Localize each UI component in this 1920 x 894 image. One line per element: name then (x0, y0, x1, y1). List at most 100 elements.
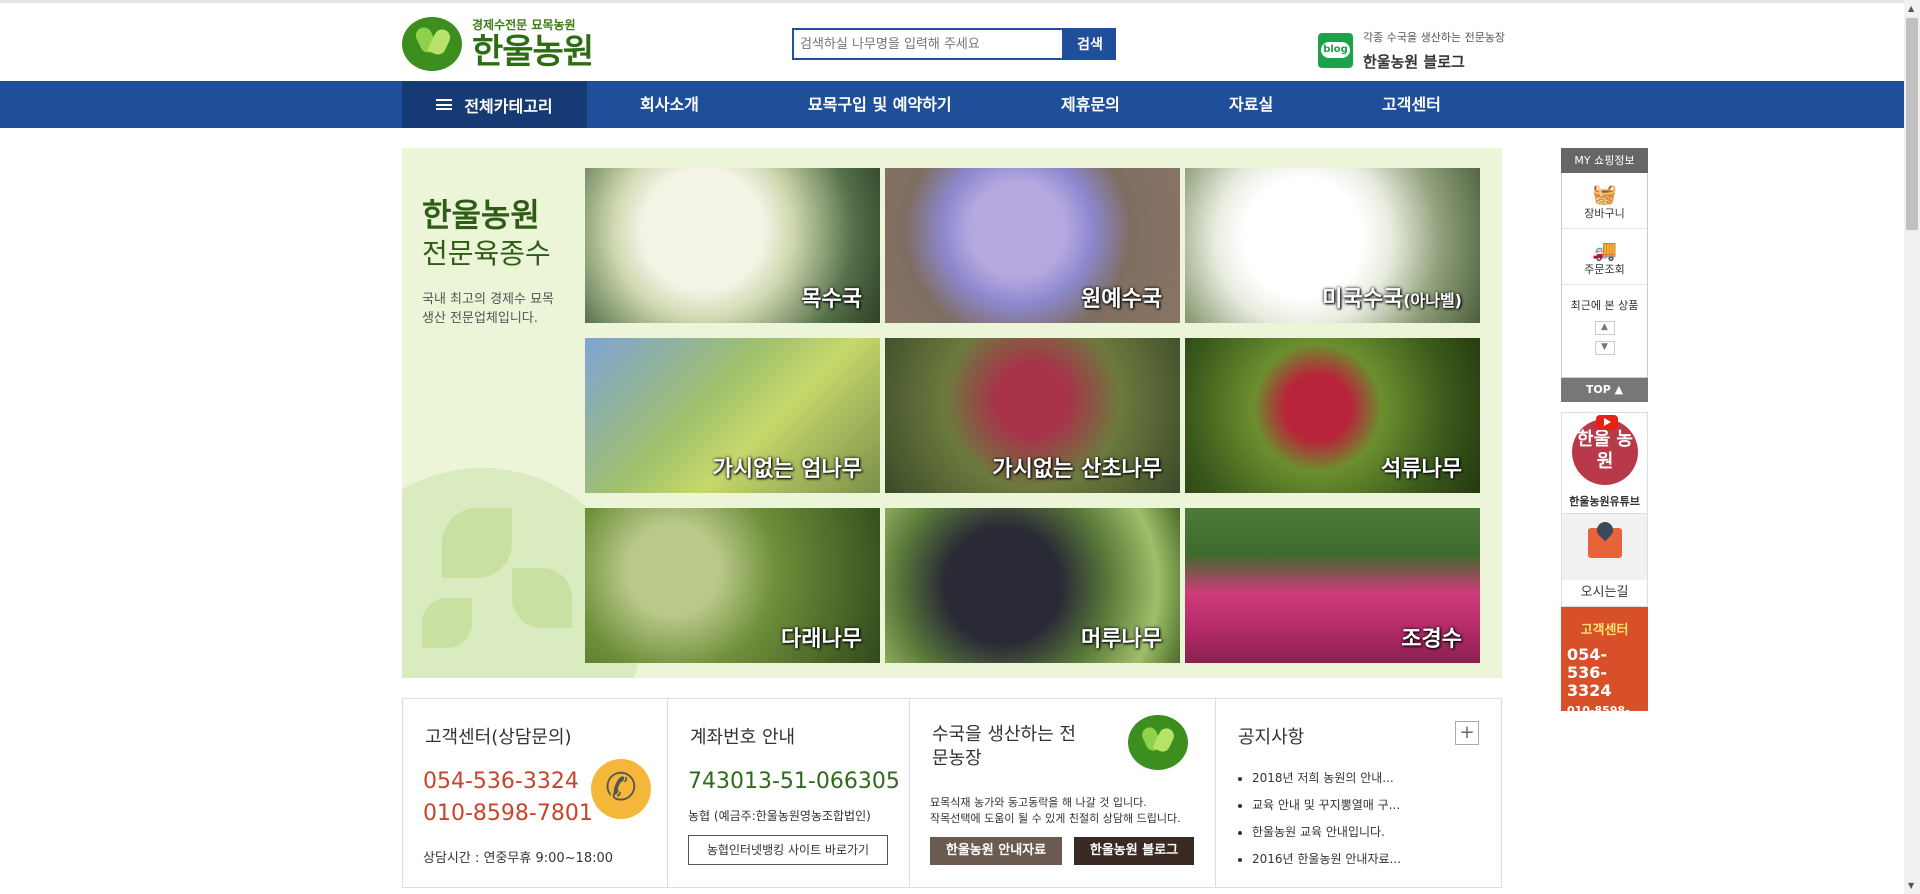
hamburger-icon (436, 99, 453, 110)
phone-icon (591, 759, 651, 819)
product-tile-pepper-tree[interactable]: 가시없는 산초나무 (885, 338, 1180, 493)
blog-title: 한울농원 블로그 (1363, 53, 1465, 71)
notice-title: 공지사항 (1238, 727, 1305, 748)
chevron-up-icon[interactable]: ▲ (1594, 321, 1615, 335)
notice-item[interactable]: 2016년 한울농원 안내자료... (1252, 846, 1401, 873)
product-tile-landscape-tree[interactable]: 조경수 (1185, 508, 1480, 663)
info-section: 고객센터(상담문의) 054-536-3324 010-8598-7801 상담… (402, 698, 1502, 888)
search-button[interactable]: 검색 (1064, 28, 1116, 60)
truck-icon: 🚚 (1592, 238, 1617, 262)
account-box: 계좌번호 안내 743013-51-066305 농협 (예금주:한울농원영농조… (668, 699, 910, 887)
directions-label: 오시는길 (1562, 580, 1647, 606)
order-lookup-label: 주문조회 (1584, 263, 1625, 276)
product-label: 미국수국(아나벨) (1322, 287, 1462, 312)
nav-item-partnership[interactable]: 제휴문의 (1061, 81, 1120, 128)
farm-blog-button[interactable]: 한울농원 블로그 (1074, 837, 1194, 865)
leaf-logo-icon (402, 17, 462, 71)
product-label: 가시없는 엄나무 (712, 457, 862, 482)
quick-cs-title: 고객센터 (1580, 623, 1629, 638)
scroll-down-icon[interactable]: ▼ (1908, 881, 1914, 890)
nav-item-company[interactable]: 회사소개 (640, 81, 699, 128)
cart-button[interactable]: 🧺 장바구니 (1562, 173, 1647, 229)
cart-label: 장바구니 (1584, 207, 1625, 220)
basket-icon: 🧺 (1592, 182, 1617, 206)
youtube-icon (1596, 415, 1618, 430)
farm-description-line-2: 작목선택에 도움이 될 수 있게 친절히 상담해 드립니다. (930, 812, 1181, 825)
leaf-decoration-3 (422, 598, 472, 648)
customer-center-box: 고객센터(상담문의) 054-536-3324 010-8598-7801 상담… (403, 699, 668, 887)
farm-title: 수국을 생산하는 전문농장 (932, 724, 1076, 769)
product-tile-mokhydrangea[interactable]: 목수국 (585, 168, 880, 323)
youtube-link[interactable]: 한울 농원 한울농원유튜브 (1561, 412, 1648, 514)
account-title: 계좌번호 안내 (690, 727, 796, 748)
farm-description: 묘목식재 농가와 동고동락을 해 나갈 것 입니다. 작목선택에 도움이 될 수… (930, 795, 1181, 827)
notice-item[interactable]: 한울농원 교육 안내입니다. (1252, 819, 1401, 846)
quick-cs-mobile: 010-8598-7801 (1567, 704, 1630, 730)
quick-menu: MY 쇼핑정보 🧺 장바구니 🚚 주문조회 최근에 본 상품 ▲ ▼ TOP ▲… (1561, 148, 1648, 730)
quick-cs-phone: 054-536-3324 (1567, 645, 1612, 700)
hero-title: 한울농원 (422, 196, 540, 234)
all-category-label: 전체카테고리 (464, 96, 553, 116)
blog-badge: blog (1321, 42, 1350, 58)
order-lookup-button[interactable]: 🚚 주문조회 (1562, 229, 1647, 285)
notice-more-button[interactable]: + (1455, 721, 1479, 745)
product-tile-pomegranate[interactable]: 석류나무 (1185, 338, 1480, 493)
farm-box: 수국을 생산하는 전문농장 묘목식재 농가와 동고동락을 해 나갈 것 입니다.… (910, 699, 1216, 887)
blog-icon: blog (1318, 33, 1353, 68)
blog-link[interactable]: blog 각종 수국을 생산하는 전문농장 한울농원 블로그 (1318, 29, 1505, 72)
blog-subtitle: 각종 수국을 생산하는 전문농장 (1363, 31, 1506, 44)
business-hours: 상담시간 : 연중무휴 9:00~18:00 (423, 851, 614, 866)
site-logo[interactable]: 경제수전문 묘목농원 한울농원 (402, 17, 594, 72)
site-header: 경제수전문 묘목농원 한울농원 검색 blog 각종 수국을 생산하는 전문농장… (0, 3, 1904, 81)
map-pin-icon (1588, 528, 1622, 558)
logo-title: 한울농원 (472, 32, 594, 72)
farm-guide-button[interactable]: 한울농원 안내자료 (930, 837, 1062, 865)
notice-box: 공지사항 + 2018년 저희 농원의 안내... 교육 안내 및 꾸지뽕열매 … (1216, 699, 1501, 887)
quick-menu-title: MY 쇼핑정보 (1561, 148, 1648, 173)
product-label: 다래나무 (781, 627, 862, 652)
product-label: 원예수국 (1081, 287, 1162, 312)
notice-list: 2018년 저희 농원의 안내... 교육 안내 및 꾸지뽕열매 구... 한울… (1240, 765, 1401, 873)
product-label: 조경수 (1401, 627, 1462, 652)
product-tile-garden-hydrangea[interactable]: 원예수국 (885, 168, 1180, 323)
search-input[interactable] (792, 28, 1064, 60)
product-label: 목수국 (801, 287, 862, 312)
notice-item[interactable]: 교육 안내 및 꾸지뽕열매 구... (1252, 792, 1401, 819)
logo-subtitle: 경제수전문 묘목농원 (472, 18, 576, 32)
nav-item-purchase[interactable]: 묘목구입 및 예약하기 (808, 81, 952, 128)
page-scrollbar[interactable]: ▲ ▼ (1904, 0, 1920, 894)
leaf-decoration-2 (512, 568, 572, 628)
account-number: 743013-51-066305 (688, 769, 900, 794)
nav-item-archive[interactable]: 자료실 (1229, 81, 1273, 128)
product-label: 가시없는 산초나무 (992, 457, 1162, 482)
nav-item-support[interactable]: 고객센터 (1382, 81, 1441, 128)
customer-center-title: 고객센터(상담문의) (425, 727, 572, 748)
recent-products-label: 최근에 본 상품 (1570, 299, 1639, 312)
product-tile-hardy-kiwi[interactable]: 다래나무 (585, 508, 880, 663)
internet-banking-button[interactable]: 농협인터넷뱅킹 사이트 바로가기 (688, 835, 888, 865)
product-tile-american-hydrangea[interactable]: 미국수국(아나벨) (1185, 168, 1480, 323)
scroll-thumb[interactable] (1906, 18, 1918, 230)
product-label: 석류나무 (1381, 457, 1462, 482)
phone-number-1: 054-536-3324 (423, 769, 579, 794)
quick-customer-center: 고객센터 054-536-3324 010-8598-7801 (1561, 607, 1648, 730)
phone-number-2: 010-8598-7801 (423, 801, 593, 826)
leaf-logo-icon (1128, 715, 1188, 770)
directions-link[interactable]: 오시는길 (1561, 514, 1648, 607)
farm-description-line-1: 묘목식재 농가와 동고동락을 해 나갈 것 입니다. (930, 796, 1147, 809)
leaf-decoration-1 (442, 508, 512, 578)
all-category-button[interactable]: 전체카테고리 (402, 81, 587, 128)
recent-products: 최근에 본 상품 ▲ ▼ (1562, 285, 1647, 377)
product-label: 머루나무 (1081, 627, 1162, 652)
search-bar: 검색 (792, 28, 1116, 60)
chevron-down-icon[interactable]: ▼ (1594, 341, 1615, 355)
scroll-top-button[interactable]: TOP ▲ (1561, 378, 1648, 402)
youtube-label: 한울농원유튜브 (1569, 495, 1640, 508)
hero-description: 국내 최고의 경제수 묘목 생산 전문업체입니다. (422, 292, 554, 326)
scroll-up-icon[interactable]: ▲ (1908, 4, 1914, 13)
hero-subtitle: 전문육종수 (422, 237, 551, 270)
notice-item[interactable]: 2018년 저희 농원의 안내... (1252, 765, 1401, 792)
product-tile-kalopanax[interactable]: 가시없는 엄나무 (585, 338, 880, 493)
main-nav: 전체카테고리 회사소개 묘목구입 및 예약하기 제휴문의 자료실 고객센터 (0, 81, 1904, 128)
product-tile-wild-grape[interactable]: 머루나무 (885, 508, 1180, 663)
